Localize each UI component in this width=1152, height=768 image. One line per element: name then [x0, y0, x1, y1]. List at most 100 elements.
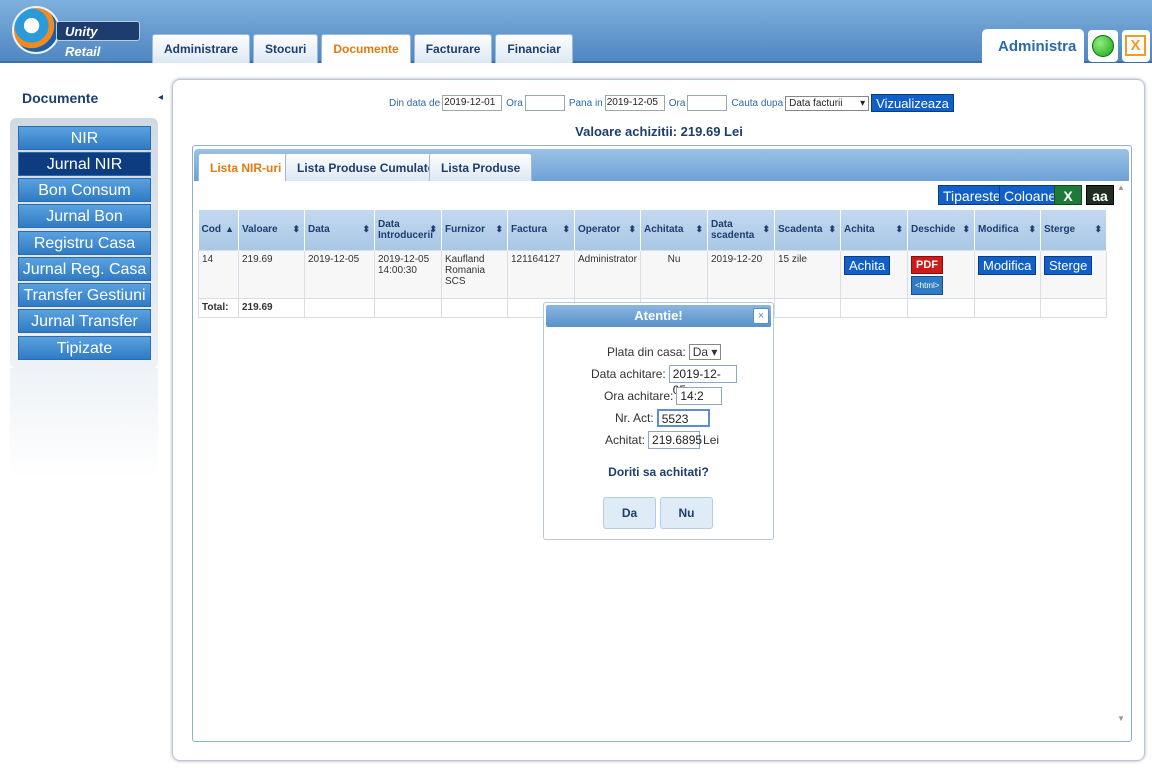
table-header-row: Cod ▲ Valoare ⬍ Data ⬍ Data Introducerii ⬍ F… — [198, 210, 1107, 250]
nr-act-row: Nr. Act: 5523 — [615, 409, 710, 427]
from-date-label: Din data de — [389, 97, 441, 109]
dialog-title: Atentie! — [546, 305, 771, 327]
view-button[interactable]: Vizualizeaza — [871, 94, 954, 112]
achitat-label: Achitat: — [605, 433, 646, 447]
tab-financiar[interactable]: Financiar — [495, 34, 573, 63]
tab-lista-produse[interactable]: Lista Produse — [429, 153, 533, 181]
columns-button[interactable]: Coloane — [999, 185, 1062, 205]
print-button[interactable]: Tipareste — [938, 185, 1006, 205]
status-button[interactable] — [1088, 30, 1118, 62]
plata-select[interactable]: Da ▾ — [688, 344, 722, 360]
yes-button[interactable]: Da — [603, 497, 656, 529]
col-header-cod[interactable]: Cod ▲ — [198, 210, 239, 250]
tab-administrare[interactable]: Administrare — [152, 34, 251, 63]
achita-button[interactable]: Achita — [844, 255, 891, 275]
achitat-input[interactable]: 219.6895 — [648, 431, 702, 449]
tab-documente[interactable]: Documente — [321, 34, 411, 63]
col-header-operator[interactable]: Operator ⬍ — [574, 210, 641, 250]
cell-achitata: Nu — [640, 249, 708, 299]
ora-label: Ora — [506, 97, 523, 109]
col-header-factura[interactable]: Factura ⬍ — [507, 210, 575, 250]
sidebar-item-transfer-gestiuni[interactable]: Transfer Gestiuni — [18, 283, 151, 307]
to-date-label: Pana in — [568, 97, 603, 109]
col-header-scadenta[interactable]: Scadenta ⬍ — [774, 210, 841, 250]
search-by-select[interactable]: Data facturii — [785, 95, 870, 111]
status-green-icon — [1092, 35, 1114, 57]
achitat-row: Achitat: 219.6895 Lei — [605, 431, 719, 449]
table-row[interactable]: 14 219.69 2019-12-05 2019-12-05 14:00:30… — [198, 249, 1107, 299]
sidebar-item-jurnal-transfer[interactable]: Jurnal Transfer — [18, 309, 151, 333]
sidebar-item-jurnal-bon-consum[interactable]: Jurnal Bon Consum — [18, 204, 151, 249]
col-header-achita[interactable]: Achita ⬍ — [840, 210, 908, 250]
col-header-furnizor[interactable]: Furnizor ⬍ — [441, 210, 508, 250]
cell-cod: 14 — [198, 249, 239, 299]
cell-factura: 121164127 — [507, 249, 575, 299]
scroll-down-arrow-icon[interactable]: ▼ — [1117, 714, 1125, 723]
payment-dialog: Atentie! × Plata din casa: Da ▾ Data ach… — [543, 302, 774, 540]
search-by-label: Cauta dupa — [731, 97, 784, 109]
sidebar-title: Documente — [22, 90, 99, 106]
pdf-icon[interactable]: PDF — [911, 255, 943, 274]
tab-stocuri[interactable]: Stocuri — [253, 34, 319, 63]
exit-button[interactable]: X — [1122, 30, 1150, 62]
confirm-question: Doriti sa achitati? — [608, 465, 709, 479]
from-time-input[interactable] — [524, 95, 565, 111]
close-icon[interactable]: × — [753, 308, 769, 324]
ora-achitare-input[interactable]: 14:2 — [676, 387, 723, 405]
sidebar-item-bon-consum[interactable]: Bon Consum — [18, 178, 151, 202]
excel-export-icon[interactable]: X — [1054, 185, 1082, 205]
col-header-modifica[interactable]: Modifica ⬍ — [974, 210, 1041, 250]
sidebar-item-registru-casa[interactable]: Registru Casa — [18, 231, 151, 255]
data-achitare-input[interactable]: 2019-12-05 — [668, 365, 737, 397]
ora-achitare-label: Ora achitare: — [604, 389, 674, 403]
total-value: 219.69 — [238, 297, 305, 318]
no-button[interactable]: Nu — [660, 497, 713, 529]
from-date-input[interactable]: 2019-12-01 — [442, 95, 503, 111]
nr-act-label: Nr. Act: — [615, 411, 654, 425]
cell-sterge: Sterge — [1040, 249, 1107, 299]
sidebar-fade — [10, 368, 158, 478]
cell-operator: Administrator — [574, 249, 641, 299]
to-time-input[interactable] — [687, 95, 728, 111]
user-tab[interactable]: Administra — [982, 29, 1084, 63]
nr-act-input[interactable]: 5523 — [656, 409, 710, 427]
font-size-button[interactable]: aa — [1086, 185, 1114, 205]
data-achitare-row: Data achitare: 2019-12-05 — [591, 365, 737, 397]
sidebar-item-jurnal-nir[interactable]: Jurnal NIR — [18, 152, 151, 176]
close-icon: X — [1125, 35, 1146, 56]
ora-achitare-row: Ora achitare: 14:2 — [604, 387, 723, 405]
sterge-button[interactable]: Sterge — [1044, 255, 1093, 275]
logo-emblem-icon — [12, 6, 60, 54]
cell-valoare: 219.69 — [238, 249, 305, 299]
to-date-input[interactable]: 2019-12-05 — [604, 95, 665, 111]
sidebar-item-jurnal-reg-casa[interactable]: Jurnal Reg. Casa — [18, 257, 151, 281]
col-header-achitata[interactable]: Achitata ⬍ — [640, 210, 708, 250]
cell-data: 2019-12-05 — [304, 249, 375, 299]
modifica-button[interactable]: Modifica — [978, 255, 1037, 275]
logo-text: Unity Retail — [56, 21, 140, 59]
cell-modifica: Modifica — [974, 249, 1041, 299]
col-header-data-introducerii[interactable]: Data Introducerii ⬍ — [374, 210, 442, 250]
collapse-arrow-icon[interactable]: ◂ — [158, 92, 163, 103]
cell-scadenta: 15 zile — [774, 249, 841, 299]
sidebar-item-tipizate[interactable]: Tipizate — [18, 336, 151, 360]
cell-deschide: PDF <html> — [907, 249, 975, 299]
tab-facturare[interactable]: Facturare — [413, 34, 493, 63]
data-achitare-label: Data achitare: — [591, 367, 666, 381]
col-header-data[interactable]: Data ⬍ — [304, 210, 375, 250]
app-logo: Unity Retail — [12, 6, 140, 59]
cell-achita: Achita — [840, 249, 908, 299]
achitat-unit: Lei — [703, 433, 720, 447]
tab-lista-produse-cumulate[interactable]: Lista Produse Cumulate — [285, 153, 447, 181]
col-header-valoare[interactable]: Valoare ⬍ — [238, 210, 305, 250]
cell-furnizor: Kaufland Romania SCS — [441, 249, 508, 299]
date-filter-bar: Din data de 2019-12-01 Ora Pana in 2019-… — [389, 94, 954, 112]
html-icon[interactable]: <html> — [911, 275, 944, 295]
col-header-data-scadenta[interactable]: Data scadenta ⬍ — [707, 210, 775, 250]
col-header-deschide[interactable]: Deschide ⬍ — [907, 210, 975, 250]
col-header-sterge[interactable]: Sterge ⬍ — [1040, 210, 1107, 250]
tab-lista-nir[interactable]: Lista NIR-uri — [198, 153, 294, 181]
plata-row: Plata din casa: Da ▾ — [607, 344, 722, 360]
scroll-up-arrow-icon[interactable]: ▲ — [1117, 183, 1125, 192]
ora-label-2: Ora — [668, 97, 686, 109]
